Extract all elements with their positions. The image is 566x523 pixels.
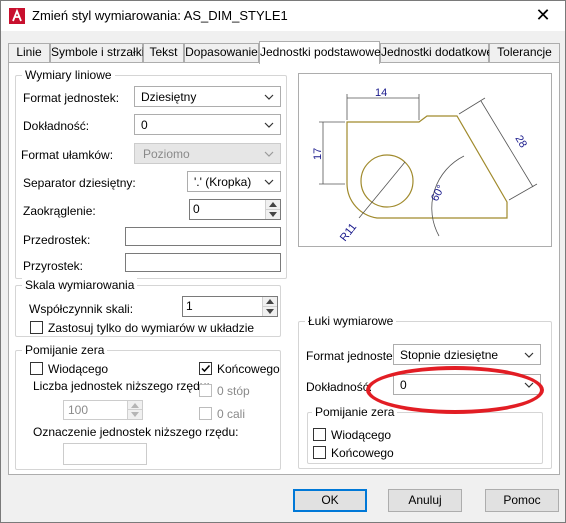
tab-dopasowanie[interactable]: Dopasowanie: [184, 43, 259, 62]
prefix-input[interactable]: [125, 227, 281, 246]
angular-precision-value: 0: [400, 378, 407, 392]
linear-group-title: Wymiary liniowe: [22, 68, 115, 82]
checkmark-icon: [201, 364, 211, 373]
zero-leading-checkbox[interactable]: [30, 362, 43, 375]
unit-format-value: Dziesiętny: [141, 90, 197, 104]
tab-strip: Linie Symbole i strzałki Tekst Dopasowan…: [8, 41, 560, 64]
title-bar: Zmień styl wymiarowania: AS_DIM_STYLE1 ✕: [1, 1, 565, 31]
zero-trailing-checkbox[interactable]: [199, 362, 212, 375]
tab-symbole-i-strzalki[interactable]: Symbole i strzałki: [50, 43, 144, 62]
suffix-input[interactable]: [125, 253, 281, 272]
spin-down-button: [128, 410, 142, 419]
unit-format-label: Format jednostek:: [23, 91, 120, 105]
precision-label: Dokładność:: [23, 119, 90, 133]
angular-precision-label: Dokładność:: [306, 380, 373, 394]
layout-only-label: Zastosuj tylko do wymiarów w układzie: [48, 321, 255, 335]
sub-units-factor-value: 100: [68, 403, 89, 417]
zero-inches-label: 0 cali: [217, 407, 246, 421]
angular-zero-trailing-checkbox[interactable]: [313, 446, 326, 459]
angular-zero-leading-checkbox[interactable]: [313, 428, 326, 441]
preview-dim-left: 17: [312, 148, 324, 160]
angular-unit-format-value: Stopnie dziesiętne: [400, 348, 499, 362]
ok-button[interactable]: OK: [293, 489, 367, 512]
round-off-input[interactable]: 0: [189, 199, 281, 220]
scale-factor-value: 1: [186, 299, 193, 313]
dialog-window: Zmień styl wymiarowania: AS_DIM_STYLE1 ✕…: [0, 0, 566, 523]
cancel-button[interactable]: Anuluj: [388, 489, 462, 512]
sub-unit-suffix-label: Oznaczenie jednostek niższego rzędu:: [33, 425, 239, 439]
unit-format-select[interactable]: Dziesiętny: [134, 86, 281, 107]
autocad-app-icon: [9, 8, 25, 24]
preview-dim-radius: R11: [338, 221, 359, 244]
scale-factor-label: Współczynnik skali:: [29, 302, 134, 316]
scale-group-title: Skala wymiarowania: [22, 278, 138, 292]
tab-linie[interactable]: Linie: [8, 43, 50, 62]
zero-trailing-label: Końcowego: [217, 362, 280, 376]
decimal-separator-label: Separator dziesiętny:: [23, 176, 136, 190]
chevron-down-icon: [264, 94, 274, 100]
angular-unit-format-select[interactable]: Stopnie dziesiętne: [393, 344, 541, 365]
decimal-separator-value: '.' (Kropka): [194, 175, 252, 189]
chevron-down-icon: [264, 179, 274, 185]
chevron-down-icon: [524, 352, 534, 358]
arrow-up-icon: [266, 299, 274, 304]
spin-down-button[interactable]: [263, 307, 277, 317]
window-title: Zmień styl wymiarowania: AS_DIM_STYLE1: [32, 8, 288, 23]
tab-jednostki-podstawowe[interactable]: Jednostki podstawowe: [259, 41, 381, 64]
preview-dim-right: 28: [512, 133, 529, 150]
fraction-format-select: Poziomo: [134, 143, 281, 164]
angular-unit-format-label: Format jednostek:: [306, 349, 403, 363]
layout-only-checkbox[interactable]: [30, 321, 43, 334]
arrow-down-icon: [131, 412, 139, 417]
arrow-down-icon: [266, 308, 274, 314]
sub-units-factor-input: 100: [63, 400, 143, 420]
scale-factor-spinner[interactable]: [262, 297, 277, 316]
tab-tolerancje[interactable]: Tolerancje: [489, 43, 560, 62]
decimal-separator-select[interactable]: '.' (Kropka): [187, 171, 281, 192]
sub-units-spinner: [127, 401, 142, 419]
spin-up-button[interactable]: [263, 297, 277, 307]
fraction-format-label: Format ułamków:: [21, 148, 114, 162]
sub-units-factor-label: Liczba jednostek niższego rzędu:: [33, 379, 210, 393]
angular-zero-leading-label: Wiodącego: [331, 428, 392, 442]
precision-value: 0: [141, 118, 148, 132]
preview-dim-top: 14: [375, 87, 387, 99]
tab-tekst[interactable]: Tekst: [143, 43, 184, 62]
zero-feet-checkbox: [199, 384, 212, 397]
round-off-value: 0: [193, 202, 200, 216]
round-off-spinner[interactable]: [265, 200, 280, 219]
preview-drawing: 14 17 28 60° R11: [312, 87, 538, 244]
tab-page: Wymiary liniowe Format jednostek: Dziesi…: [8, 62, 560, 475]
arrow-up-icon: [269, 202, 277, 207]
precision-select[interactable]: 0: [134, 114, 281, 135]
spin-up-button[interactable]: [266, 200, 280, 210]
spin-up-button: [128, 401, 142, 410]
scale-factor-input[interactable]: 1: [182, 296, 278, 317]
tab-jednostki-dodatkowe[interactable]: Jednostki dodatkowe: [380, 43, 493, 62]
angular-zero-title: Pomijanie zera: [312, 405, 398, 419]
prefix-label: Przedrostek:: [23, 233, 91, 247]
zero-feet-label: 0 stóp: [217, 384, 250, 398]
spin-down-button[interactable]: [266, 210, 280, 220]
arrow-up-icon: [131, 403, 139, 408]
close-icon: ✕: [535, 5, 551, 25]
chevron-down-icon: [264, 151, 274, 157]
fraction-format-value: Poziomo: [143, 147, 190, 161]
help-button[interactable]: Pomoc: [485, 489, 559, 512]
zero-suppression-title: Pomijanie zera: [22, 343, 108, 357]
angular-group-title: Łuki wymiarowe: [305, 314, 397, 328]
angular-precision-select[interactable]: 0: [393, 374, 541, 395]
dimension-preview: 14 17 28 60° R11: [298, 73, 552, 247]
sub-unit-suffix-input: [63, 443, 147, 465]
suffix-label: Przyrostek:: [23, 259, 84, 273]
chevron-down-icon: [524, 382, 534, 388]
chevron-down-icon: [264, 122, 274, 128]
close-button[interactable]: ✕: [521, 1, 565, 31]
zero-inches-checkbox: [199, 407, 212, 420]
arrow-down-icon: [269, 211, 277, 217]
angular-zero-trailing-label: Końcowego: [331, 446, 394, 460]
round-off-label: Zaokrąglenie:: [23, 204, 96, 218]
zero-leading-label: Wiodącego: [48, 362, 109, 376]
